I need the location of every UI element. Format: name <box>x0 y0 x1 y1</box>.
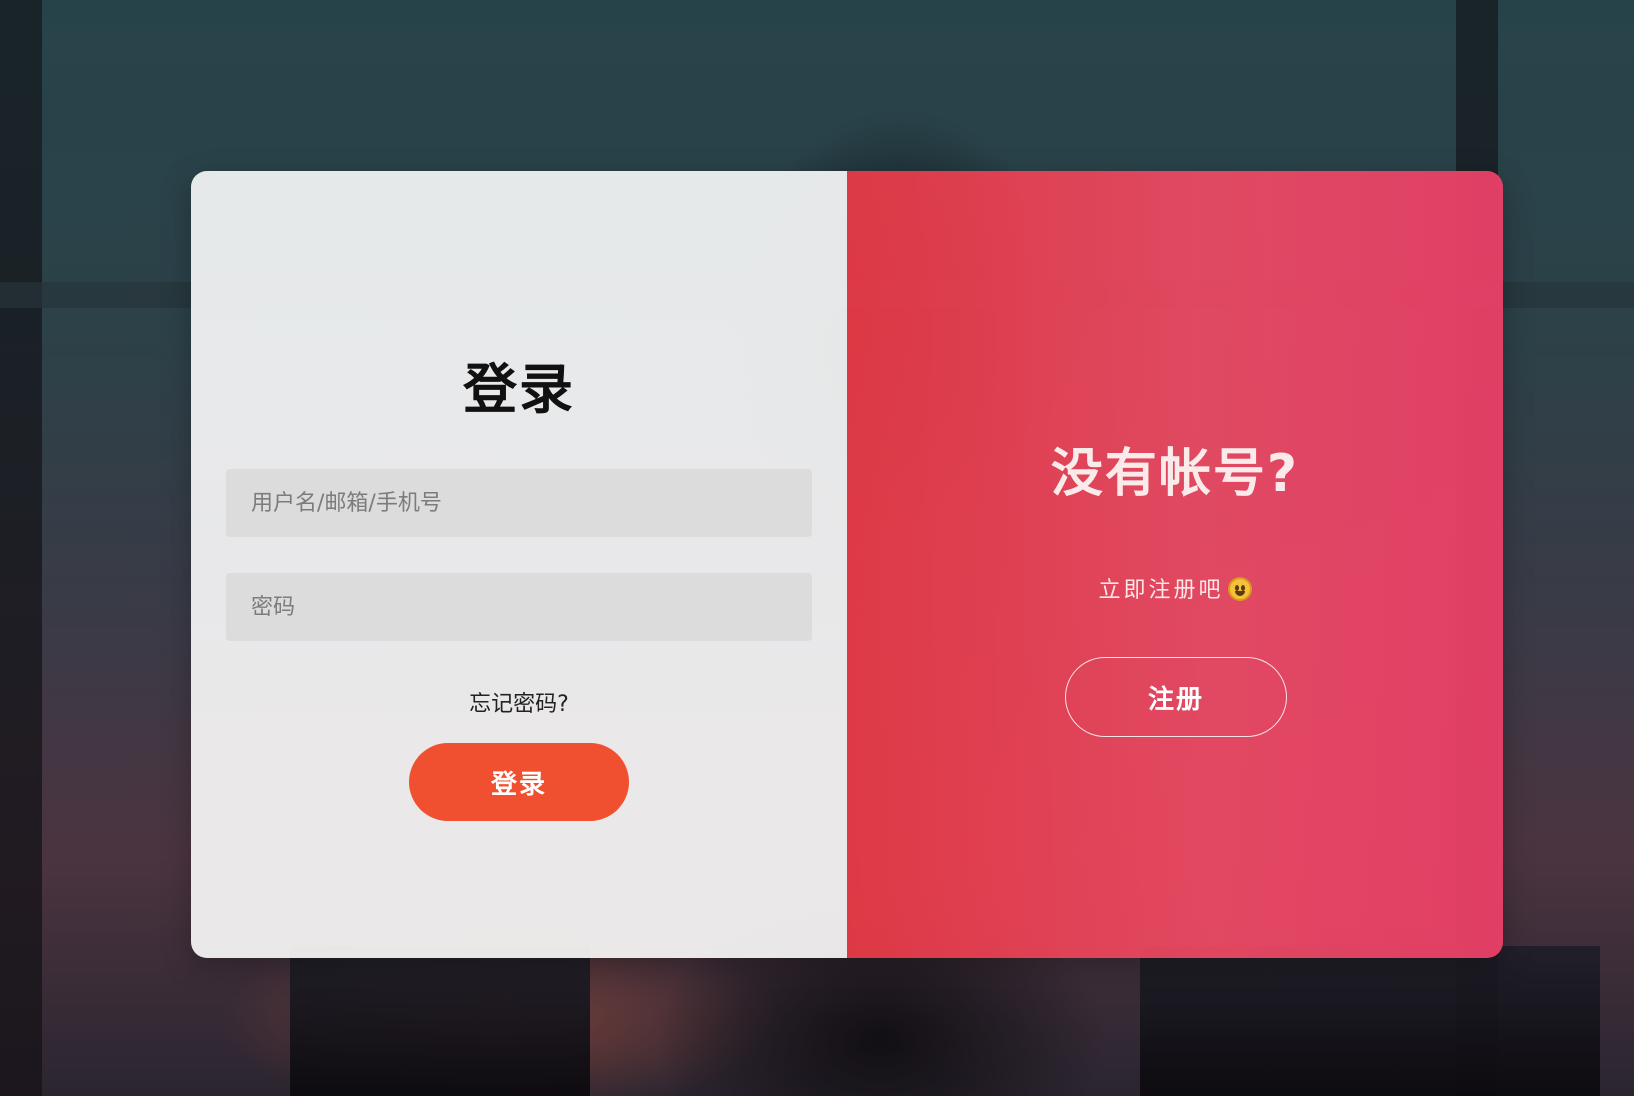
city-buildings <box>1140 946 1600 1096</box>
register-subtitle-text: 立即注册吧 <box>1098 578 1224 603</box>
login-button[interactable]: 登录 <box>409 743 629 821</box>
register-subtitle: 立即注册吧 <box>847 572 1503 604</box>
register-button[interactable]: 注册 <box>1065 657 1287 737</box>
no-account-title: 没有帐号? <box>1050 444 1300 504</box>
forgot-password-link[interactable]: 忘记密码? <box>191 686 847 718</box>
login-panel: 登录 忘记密码? 登录 <box>191 171 847 958</box>
password-input[interactable] <box>226 573 812 641</box>
login-title: 登录 <box>463 358 575 421</box>
username-input[interactable] <box>226 469 812 537</box>
grinning-face-icon <box>1227 577 1252 601</box>
window-frame <box>0 0 42 1096</box>
auth-card: 登录 忘记密码? 登录 没有帐号? 立即注册吧 注册 <box>191 171 1503 958</box>
register-panel: 没有帐号? 立即注册吧 注册 <box>847 171 1503 958</box>
city-buildings <box>290 946 590 1096</box>
